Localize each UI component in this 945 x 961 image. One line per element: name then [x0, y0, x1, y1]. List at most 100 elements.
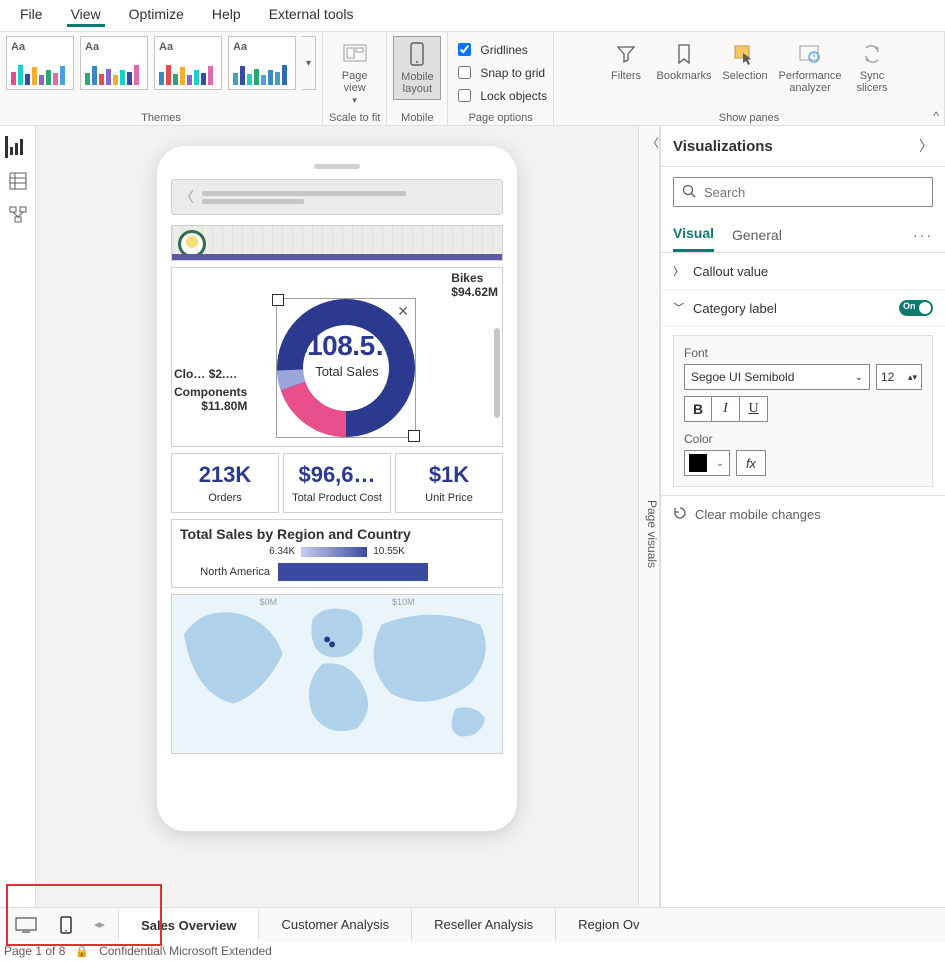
theme-aa-label: Aa [85, 41, 143, 53]
search-box[interactable] [673, 177, 933, 207]
left-rail [0, 126, 36, 907]
lock-checkbox[interactable]: Lock objects [454, 86, 547, 105]
theme-swatch-2[interactable]: Aa [80, 36, 148, 90]
donut-bikes-label: Bikes$94.62M [451, 272, 498, 300]
mobile-group-label: Mobile [401, 112, 433, 124]
page-view-button[interactable]: Page view ▾ [331, 36, 379, 110]
sync-icon [858, 40, 886, 68]
kpi-cost[interactable]: $96,6…Total Product Cost [283, 453, 391, 513]
clear-mobile-changes[interactable]: Clear mobile changes [661, 495, 945, 533]
legend-gradient [301, 547, 367, 557]
tab-reseller-analysis[interactable]: Reseller Analysis [411, 908, 556, 941]
menu-optimize[interactable]: Optimize [125, 4, 188, 27]
back-icon[interactable]: 〈 [180, 187, 194, 207]
font-family-value: Segoe UI Semibold [691, 370, 794, 384]
menu-external-tools[interactable]: External tools [265, 4, 358, 27]
selection-button[interactable]: Selection [718, 36, 772, 98]
gridlines-checkbox[interactable]: Gridlines [454, 40, 527, 59]
tab-region[interactable]: Region Ov [555, 908, 661, 941]
desktop-view-icon[interactable] [14, 916, 38, 934]
page-visuals-label: Page visuals [645, 500, 659, 568]
data-view-icon[interactable] [7, 170, 29, 192]
work-area: 〈 ✕ $108.5… Total Sales [0, 126, 945, 907]
color-picker[interactable]: ⌄ [684, 450, 730, 476]
confidentiality-label: Confidential\ Microsoft Extended [99, 944, 272, 958]
chevron-left-icon[interactable]: 〈 [647, 134, 659, 151]
region-legend: 6.34K 10.55K [180, 546, 494, 557]
snap-checkbox[interactable]: Snap to grid [454, 63, 545, 82]
color-label: Color [684, 432, 922, 446]
ribbon-themes-group: Aa Aa Aa Aa ▾ Themes [0, 32, 323, 125]
category-label-section[interactable]: 〉 Category label On [661, 290, 945, 327]
phone-notch [314, 164, 360, 169]
chevron-right-icon[interactable]: 〉 [919, 136, 933, 156]
mobile-view-icon[interactable] [54, 916, 78, 934]
lock-label: Lock objects [480, 89, 547, 103]
region-card[interactable]: Total Sales by Region and Country 6.34K … [171, 519, 503, 588]
donut-card[interactable]: ✕ $108.5… Total Sales Bikes$94.62M Clo… … [171, 267, 503, 447]
kpi-unitprice[interactable]: $1KUnit Price [395, 453, 503, 513]
sync-slicers-button[interactable]: Sync slicers [848, 36, 896, 98]
report-view-icon[interactable] [5, 136, 27, 158]
map-card[interactable]: $0M$10M [171, 594, 503, 754]
page-view-icon [341, 40, 369, 68]
canvas: 〈 ✕ $108.5… Total Sales [36, 126, 638, 907]
donut-clothing-label: Clo… $2.… [174, 368, 237, 382]
visualizations-panel: Visualizations 〉 Visual General ··· 〉 Ca… [660, 126, 945, 907]
themes-dropdown[interactable]: ▾ [302, 36, 316, 90]
lock-icon: 🔒 [75, 945, 89, 958]
filters-button[interactable]: Filters [602, 36, 650, 98]
donut-label: Total Sales [292, 364, 402, 379]
panel-title: Visualizations [673, 138, 773, 155]
mobile-icon [403, 41, 431, 69]
font-family-select[interactable]: Segoe UI Semibold ⌄ [684, 364, 870, 390]
show-panes-label: Show panes [719, 112, 780, 124]
underline-button[interactable]: U [740, 396, 768, 422]
scroll-thumb[interactable] [494, 328, 500, 418]
menu-help[interactable]: Help [208, 4, 245, 27]
selection-label: Selection [722, 70, 767, 82]
page-view-label: Page view [333, 70, 377, 94]
callout-value-section[interactable]: 〉 Callout value [661, 253, 945, 290]
theme-swatch-1[interactable]: Aa [6, 36, 74, 90]
menu-bar: File View Optimize Help External tools [0, 0, 945, 31]
fx-button[interactable]: fx [736, 450, 766, 476]
color-swatch [689, 454, 707, 472]
spinner-icon[interactable]: ▴▾ [908, 374, 917, 380]
page-options-label: Page options [469, 112, 533, 124]
snap-label: Snap to grid [480, 66, 545, 80]
ribbon-scale-group: Page view ▾ Scale to fit [323, 32, 387, 125]
tab-customer-analysis[interactable]: Customer Analysis [258, 908, 412, 941]
ribbon-collapse[interactable]: ^ [933, 109, 939, 123]
tab-general[interactable]: General [732, 219, 782, 251]
chevron-down-icon: ▾ [352, 96, 357, 106]
phone-header: 〈 [171, 179, 503, 215]
status-bar: Page 1 of 8 🔒 Confidential\ Microsoft Ex… [0, 941, 945, 961]
search-input[interactable] [702, 184, 924, 201]
model-view-icon[interactable] [7, 204, 29, 226]
legend-min: 6.34K [269, 546, 295, 557]
themes-label: Themes [141, 112, 181, 124]
font-size-input[interactable]: 12 ▴▾ [876, 364, 922, 390]
bookmarks-button[interactable]: Bookmarks [654, 36, 714, 98]
theme-aa-label: Aa [159, 41, 217, 53]
tab-sales-overview[interactable]: Sales Overview [118, 908, 259, 941]
report-logo-strip [171, 225, 503, 261]
italic-button[interactable]: I [712, 396, 740, 422]
bold-button[interactable]: B [684, 396, 712, 422]
tab-visual[interactable]: Visual [673, 217, 714, 252]
theme-swatch-4[interactable]: Aa [228, 36, 296, 90]
page-nav-arrows[interactable]: ◂▸ [94, 918, 105, 931]
theme-swatch-3[interactable]: Aa [154, 36, 222, 90]
sync-label: Sync slicers [850, 70, 894, 94]
performance-button[interactable]: Performance analyzer [776, 36, 844, 98]
donut-value: $108.5… [292, 330, 402, 362]
menu-view[interactable]: View [67, 4, 105, 27]
kpi-orders[interactable]: 213KOrders [171, 453, 279, 513]
menu-file[interactable]: File [16, 4, 47, 27]
tab-more[interactable]: ··· [913, 227, 933, 243]
mobile-layout-button[interactable]: Mobile layout [393, 36, 441, 100]
page-visuals-rail[interactable]: 〈 Page visuals [638, 126, 660, 907]
view-switcher: ◂▸ [0, 916, 119, 934]
category-toggle[interactable]: On [899, 300, 933, 316]
